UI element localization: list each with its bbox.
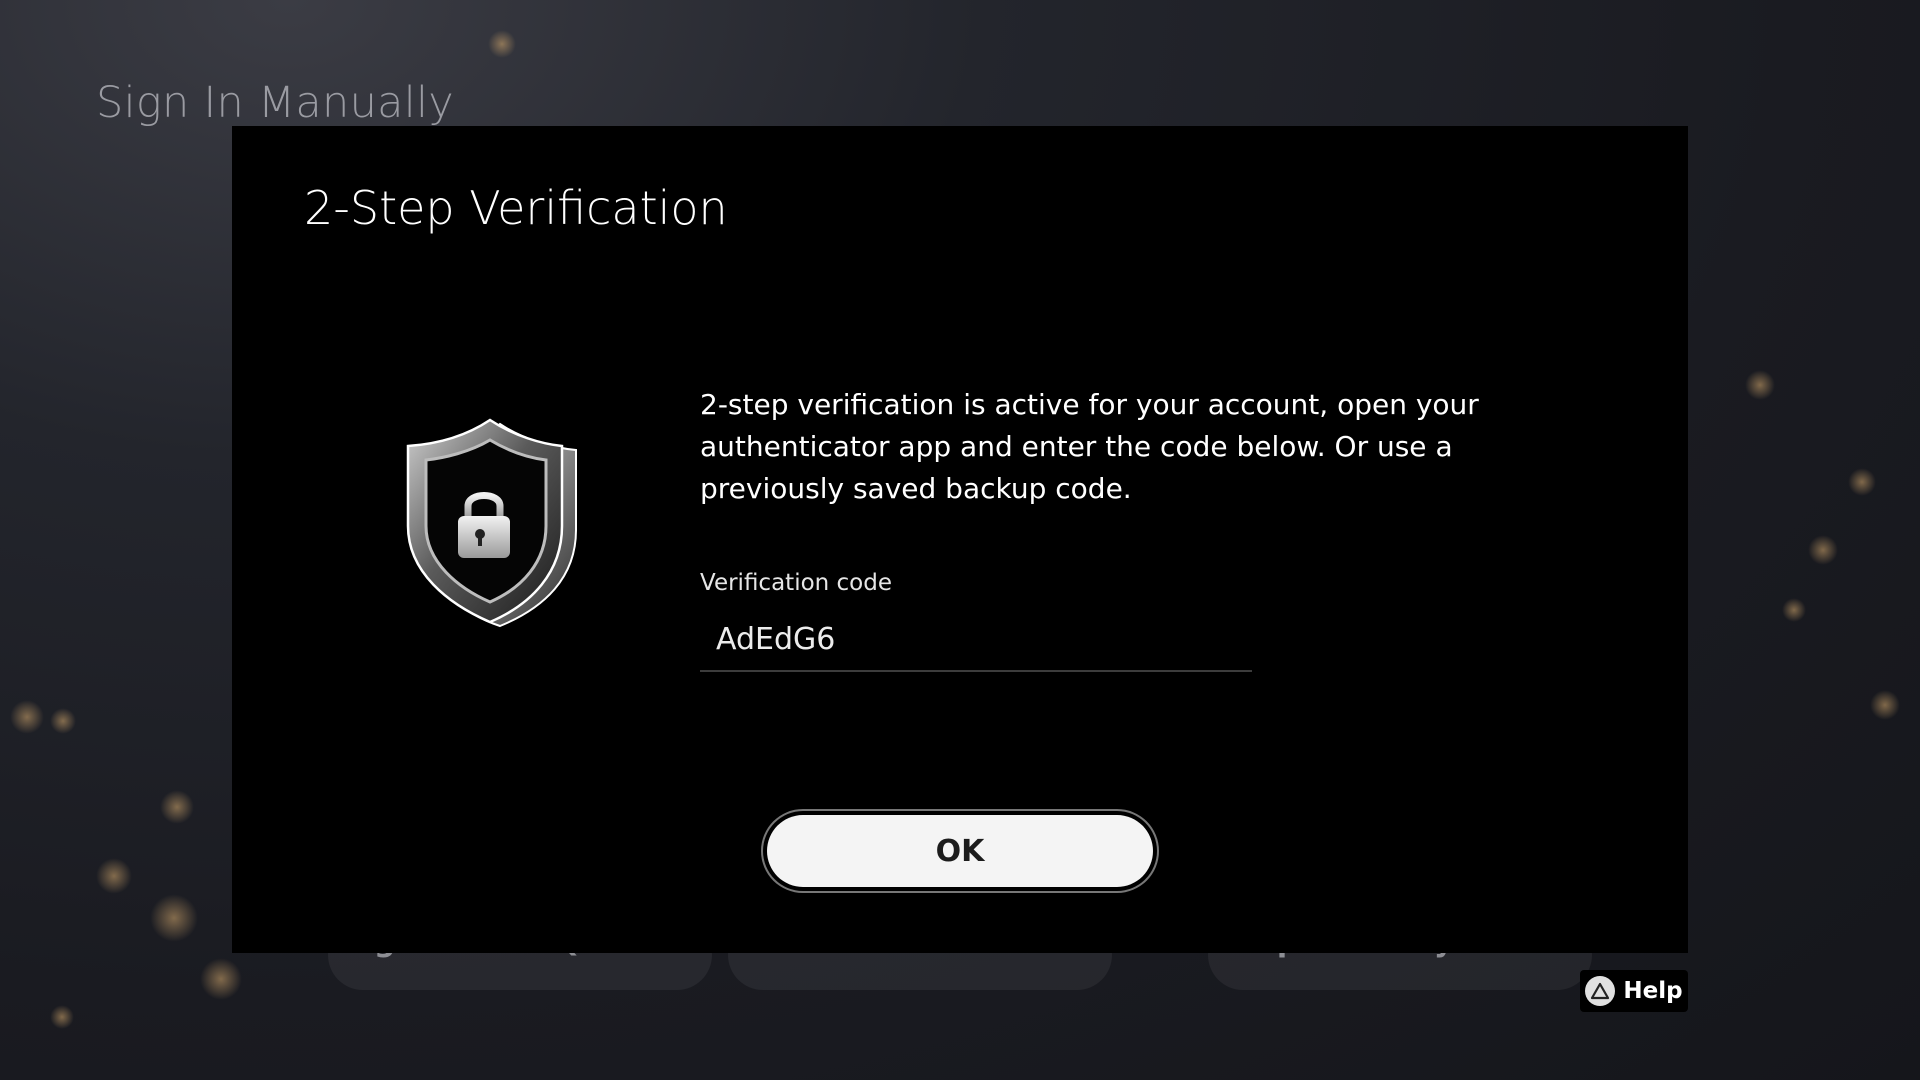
help-button[interactable]: Help — [1580, 970, 1688, 1012]
bokeh-light — [488, 30, 516, 58]
dialog-description: 2-step verification is active for your a… — [700, 388, 1479, 505]
bokeh-light — [10, 700, 44, 734]
verification-code-field[interactable]: AdEdG6 — [700, 614, 1252, 672]
page-title: Sign In Manually — [96, 78, 455, 128]
bokeh-light — [50, 1005, 74, 1029]
bokeh-light — [200, 958, 242, 1000]
help-label: Help — [1623, 978, 1683, 1004]
verification-code-value: AdEdG6 — [716, 622, 836, 657]
shield-lock-icon — [404, 418, 580, 630]
triangle-button-icon — [1585, 976, 1616, 1006]
bokeh-light — [50, 708, 76, 734]
bokeh-light — [160, 790, 194, 824]
bokeh-light — [1745, 370, 1775, 400]
dialog-title: 2-Step Verification — [304, 181, 728, 235]
ok-button[interactable]: OK — [767, 815, 1153, 887]
ok-button-label: OK — [935, 833, 985, 869]
verification-dialog: 2-Step Verification 2-step verification … — [232, 126, 1688, 953]
verification-code-label: Verification code — [700, 570, 893, 596]
bokeh-light — [96, 858, 132, 894]
bokeh-light — [1848, 468, 1876, 496]
bokeh-light — [1870, 690, 1900, 720]
bokeh-light — [1782, 598, 1806, 622]
bokeh-light — [150, 894, 198, 942]
bokeh-light — [1808, 535, 1838, 565]
